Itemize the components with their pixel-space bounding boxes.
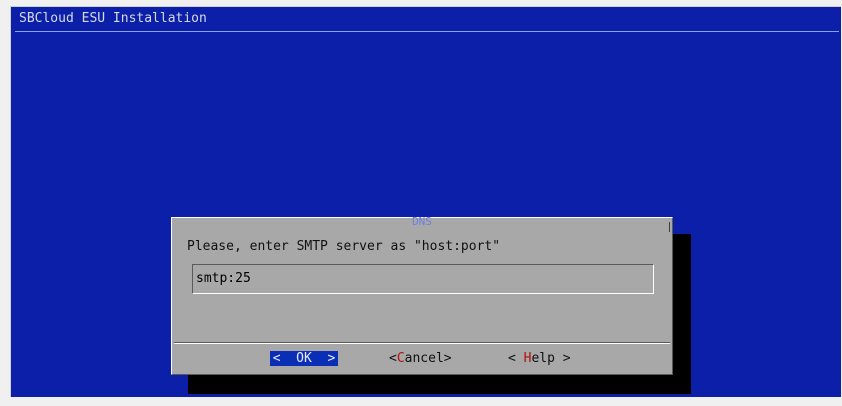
- help-button[interactable]: < Help >: [508, 351, 571, 366]
- dialog-title: DNS: [412, 215, 432, 228]
- ok-button-right-bracket: >: [327, 351, 336, 366]
- smtp-input-value[interactable]: smtp:25: [196, 271, 251, 286]
- cancel-button-label: ancel: [404, 351, 444, 366]
- cancel-button[interactable]: <Cancel>: [389, 351, 452, 366]
- terminal-screen: SBCloud ESU Installation DNS Please, ent…: [10, 6, 841, 397]
- dialog-prompt: Please, enter SMTP server as "host:port": [187, 239, 501, 254]
- smtp-input-field[interactable]: smtp:25: [192, 264, 654, 294]
- cancel-button-right-bracket: >: [443, 351, 452, 366]
- help-button-right-bracket: >: [554, 351, 571, 366]
- ok-button[interactable]: < OK >: [270, 351, 338, 366]
- button-row-divider: [174, 343, 670, 344]
- input-dialog: DNS Please, enter SMTP server as "host:p…: [171, 215, 673, 375]
- installer-backtitle: SBCloud ESU Installation: [19, 11, 207, 26]
- ok-button-left-bracket: <: [272, 351, 281, 366]
- cancel-button-left-bracket: <: [389, 351, 397, 366]
- ok-button-label: OK: [296, 351, 312, 366]
- help-button-left-bracket: <: [508, 351, 524, 366]
- cancel-button-hotkey: C: [396, 351, 405, 366]
- help-button-label: elp: [531, 351, 555, 366]
- backtitle-divider: [15, 31, 839, 32]
- dialog-corner: [669, 222, 670, 232]
